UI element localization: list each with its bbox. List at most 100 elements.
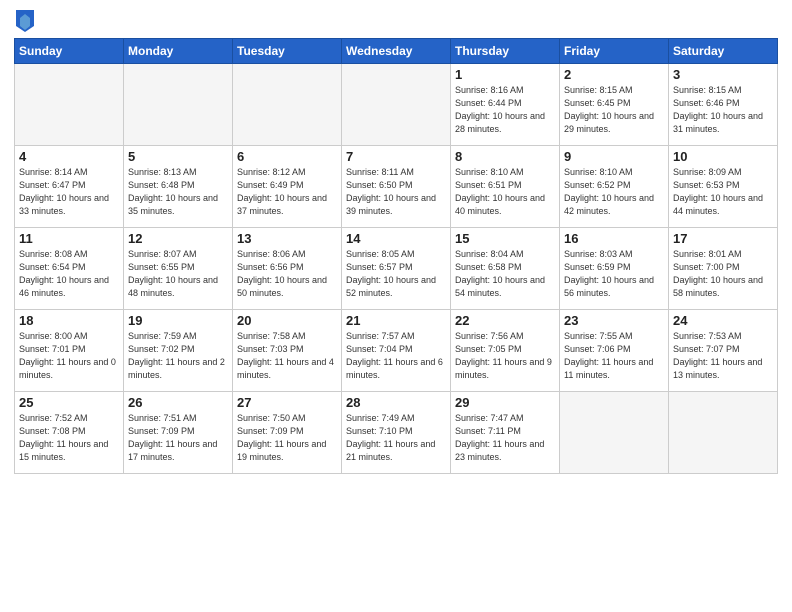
day-number: 5 (128, 149, 228, 164)
day-info: Sunrise: 7:55 AMSunset: 7:06 PMDaylight:… (564, 330, 664, 382)
day-number: 7 (346, 149, 446, 164)
calendar-cell: 13 Sunrise: 8:06 AMSunset: 6:56 PMDayligh… (233, 228, 342, 310)
logo-icon (16, 10, 34, 32)
calendar-cell (233, 64, 342, 146)
day-number: 23 (564, 313, 664, 328)
calendar-cell: 15Sunrise: 8:04 AMSunset: 6:58 PMDayligh… (451, 228, 560, 310)
day-info: Sunrise: 8:15 AMSunset: 6:46 PMDaylight:… (673, 84, 773, 136)
calendar-cell: 6 Sunrise: 8:12 AMSunset: 6:49 PMDaylight… (233, 146, 342, 228)
calendar-week-2: 4Sunrise: 8:14 AMSunset: 6:47 PMDaylight… (15, 146, 778, 228)
day-info: Sunrise: 7:51 AMSunset: 7:09 PMDaylight:… (128, 412, 228, 464)
calendar-cell: 25 Sunrise: 7:52 AMSunset: 7:08 PMDayligh… (15, 392, 124, 474)
calendar-cell: 28 Sunrise: 7:49 AMSunset: 7:10 PMDayligh… (342, 392, 451, 474)
calendar-cell: 12Sunrise: 8:07 AMSunset: 6:55 PMDayligh… (124, 228, 233, 310)
calendar-cell: 29 Sunrise: 7:47 AMSunset: 7:11 PMDayligh… (451, 392, 560, 474)
day-number: 6 (237, 149, 337, 164)
calendar-week-4: 18 Sunrise: 8:00 AMSunset: 7:01 PMDayligh… (15, 310, 778, 392)
calendar-cell: 16 Sunrise: 8:03 AMSunset: 6:59 PMDayligh… (560, 228, 669, 310)
day-number: 15 (455, 231, 555, 246)
day-number: 17 (673, 231, 773, 246)
calendar-cell: 4Sunrise: 8:14 AMSunset: 6:47 PMDaylight… (15, 146, 124, 228)
day-info: Sunrise: 7:53 AMSunset: 7:07 PMDaylight:… (673, 330, 773, 382)
calendar-cell: 21 Sunrise: 7:57 AMSunset: 7:04 PMDayligh… (342, 310, 451, 392)
calendar-cell (15, 64, 124, 146)
day-number: 4 (19, 149, 119, 164)
day-number: 28 (346, 395, 446, 410)
calendar-cell: 9 Sunrise: 8:10 AMSunset: 6:52 PMDaylight… (560, 146, 669, 228)
calendar-cell: 7 Sunrise: 8:11 AMSunset: 6:50 PMDaylight… (342, 146, 451, 228)
calendar-cell: 27 Sunrise: 7:50 AMSunset: 7:09 PMDayligh… (233, 392, 342, 474)
day-info: Sunrise: 8:08 AMSunset: 6:54 PMDaylight:… (19, 248, 119, 300)
page-container: SundayMondayTuesdayWednesdayThursdayFrid… (0, 0, 792, 480)
col-header-friday: Friday (560, 39, 669, 64)
day-info: Sunrise: 7:49 AMSunset: 7:10 PMDaylight:… (346, 412, 446, 464)
day-info: Sunrise: 8:00 AMSunset: 7:01 PMDaylight:… (19, 330, 119, 382)
calendar-cell (560, 392, 669, 474)
day-info: Sunrise: 7:56 AMSunset: 7:05 PMDaylight:… (455, 330, 555, 382)
day-info: Sunrise: 7:57 AMSunset: 7:04 PMDaylight:… (346, 330, 446, 382)
calendar-cell (669, 392, 778, 474)
calendar-cell: 1 Sunrise: 8:16 AMSunset: 6:44 PMDaylight… (451, 64, 560, 146)
calendar-cell: 17 Sunrise: 8:01 AMSunset: 7:00 PMDayligh… (669, 228, 778, 310)
calendar-cell: 11 Sunrise: 8:08 AMSunset: 6:54 PMDayligh… (15, 228, 124, 310)
day-info: Sunrise: 8:16 AMSunset: 6:44 PMDaylight:… (455, 84, 555, 136)
day-number: 9 (564, 149, 664, 164)
day-number: 21 (346, 313, 446, 328)
day-info: Sunrise: 8:07 AMSunset: 6:55 PMDaylight:… (128, 248, 228, 300)
calendar-cell: 22 Sunrise: 7:56 AMSunset: 7:05 PMDayligh… (451, 310, 560, 392)
day-info: Sunrise: 8:05 AMSunset: 6:57 PMDaylight:… (346, 248, 446, 300)
col-header-saturday: Saturday (669, 39, 778, 64)
day-number: 1 (455, 67, 555, 82)
col-header-wednesday: Wednesday (342, 39, 451, 64)
day-info: Sunrise: 8:09 AMSunset: 6:53 PMDaylight:… (673, 166, 773, 218)
calendar-cell: 26Sunrise: 7:51 AMSunset: 7:09 PMDayligh… (124, 392, 233, 474)
header (14, 10, 778, 32)
day-number: 10 (673, 149, 773, 164)
day-info: Sunrise: 8:10 AMSunset: 6:52 PMDaylight:… (564, 166, 664, 218)
day-number: 20 (237, 313, 337, 328)
col-header-monday: Monday (124, 39, 233, 64)
col-header-thursday: Thursday (451, 39, 560, 64)
day-number: 24 (673, 313, 773, 328)
day-number: 13 (237, 231, 337, 246)
calendar-cell: 18 Sunrise: 8:00 AMSunset: 7:01 PMDayligh… (15, 310, 124, 392)
calendar-cell: 19 Sunrise: 7:59 AMSunset: 7:02 PMDayligh… (124, 310, 233, 392)
day-number: 22 (455, 313, 555, 328)
day-number: 11 (19, 231, 119, 246)
day-info: Sunrise: 8:01 AMSunset: 7:00 PMDaylight:… (673, 248, 773, 300)
day-info: Sunrise: 8:12 AMSunset: 6:49 PMDaylight:… (237, 166, 337, 218)
calendar-week-3: 11 Sunrise: 8:08 AMSunset: 6:54 PMDayligh… (15, 228, 778, 310)
day-number: 14 (346, 231, 446, 246)
day-number: 27 (237, 395, 337, 410)
day-info: Sunrise: 7:59 AMSunset: 7:02 PMDaylight:… (128, 330, 228, 382)
calendar-week-5: 25 Sunrise: 7:52 AMSunset: 7:08 PMDayligh… (15, 392, 778, 474)
calendar-cell: 23 Sunrise: 7:55 AMSunset: 7:06 PMDayligh… (560, 310, 669, 392)
calendar-cell: 2 Sunrise: 8:15 AMSunset: 6:45 PMDaylight… (560, 64, 669, 146)
calendar-cell (342, 64, 451, 146)
day-number: 3 (673, 67, 773, 82)
day-number: 18 (19, 313, 119, 328)
calendar-week-1: 1 Sunrise: 8:16 AMSunset: 6:44 PMDaylight… (15, 64, 778, 146)
logo-text (14, 10, 34, 32)
calendar-cell: 10 Sunrise: 8:09 AMSunset: 6:53 PMDayligh… (669, 146, 778, 228)
logo (14, 10, 34, 32)
calendar-cell (124, 64, 233, 146)
calendar-table: SundayMondayTuesdayWednesdayThursdayFrid… (14, 38, 778, 474)
col-header-tuesday: Tuesday (233, 39, 342, 64)
day-info: Sunrise: 7:58 AMSunset: 7:03 PMDaylight:… (237, 330, 337, 382)
day-number: 8 (455, 149, 555, 164)
day-number: 25 (19, 395, 119, 410)
day-number: 19 (128, 313, 228, 328)
calendar-cell: 3 Sunrise: 8:15 AMSunset: 6:46 PMDaylight… (669, 64, 778, 146)
day-info: Sunrise: 7:47 AMSunset: 7:11 PMDaylight:… (455, 412, 555, 464)
day-number: 2 (564, 67, 664, 82)
day-info: Sunrise: 7:52 AMSunset: 7:08 PMDaylight:… (19, 412, 119, 464)
day-info: Sunrise: 7:50 AMSunset: 7:09 PMDaylight:… (237, 412, 337, 464)
day-info: Sunrise: 8:11 AMSunset: 6:50 PMDaylight:… (346, 166, 446, 218)
day-number: 29 (455, 395, 555, 410)
calendar-cell: 14 Sunrise: 8:05 AMSunset: 6:57 PMDayligh… (342, 228, 451, 310)
day-info: Sunrise: 8:03 AMSunset: 6:59 PMDaylight:… (564, 248, 664, 300)
day-info: Sunrise: 8:06 AMSunset: 6:56 PMDaylight:… (237, 248, 337, 300)
day-number: 16 (564, 231, 664, 246)
day-info: Sunrise: 8:15 AMSunset: 6:45 PMDaylight:… (564, 84, 664, 136)
